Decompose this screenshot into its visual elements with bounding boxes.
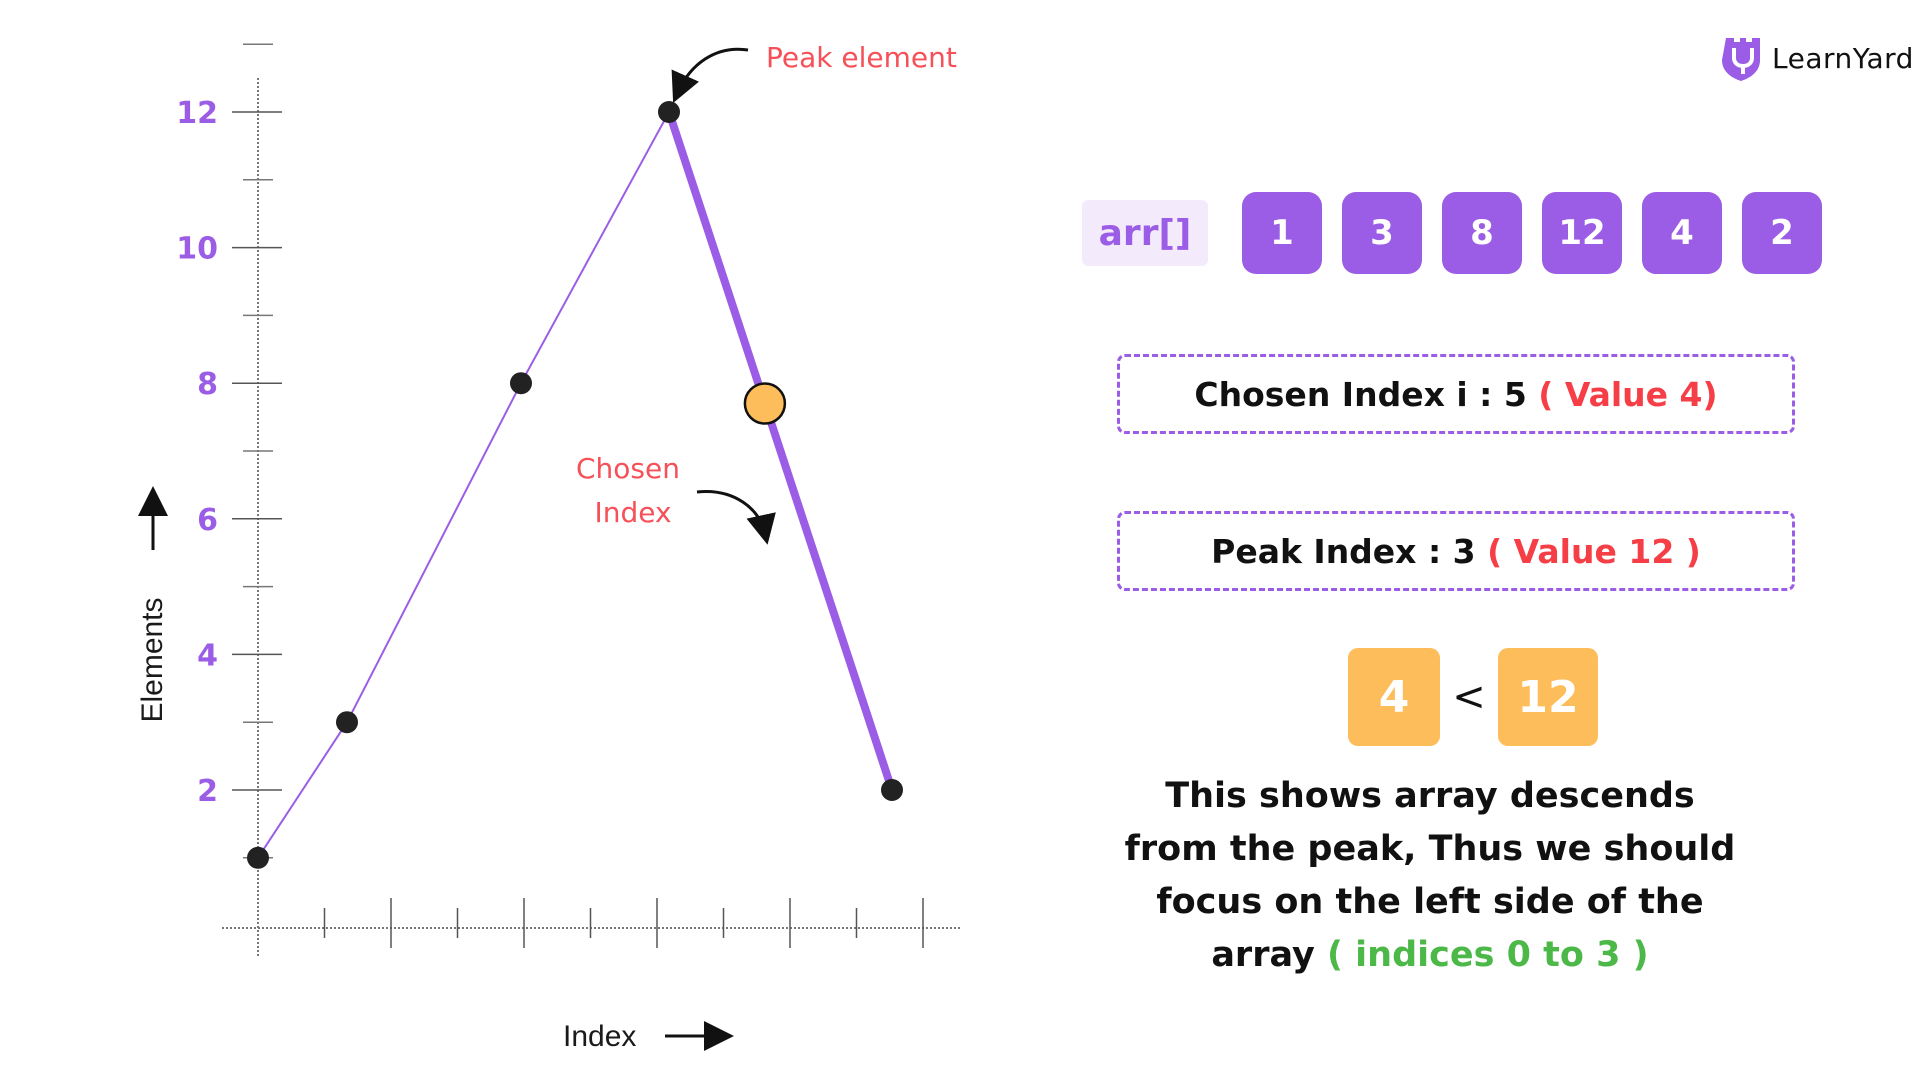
array-cell: 3 — [1342, 192, 1422, 274]
array-label: arr[] — [1082, 200, 1208, 266]
explanation-text: This shows array descends from the peak,… — [1110, 770, 1750, 982]
y-tick-label: 2 — [197, 774, 218, 809]
data-point — [336, 711, 358, 734]
y-tick-label: 4 — [197, 638, 218, 673]
learnyard-logo: LearnYard — [1722, 34, 1914, 82]
chosen-index-label-line1: Chosen — [576, 452, 680, 485]
chosen-index-box: Chosen Index i : 5 ( Value 4) — [1117, 354, 1795, 434]
array-cell: 8 — [1442, 192, 1522, 274]
data-point — [510, 372, 532, 395]
y-tick-label: 10 — [176, 232, 218, 267]
y-tick-label: 6 — [197, 503, 218, 538]
array-cell: 1 — [1242, 192, 1322, 274]
explanation-line: from the peak, Thus we should — [1124, 829, 1736, 869]
data-point — [881, 779, 903, 801]
chosen-index-label-line2: Index — [594, 496, 671, 529]
x-axis-title: Index — [563, 1020, 636, 1053]
array-cell: 4 — [1642, 192, 1722, 274]
compare-left-value: 4 — [1348, 648, 1440, 746]
y-axis-title: Elements — [136, 597, 169, 722]
array-cell: 2 — [1742, 192, 1822, 274]
series-line-segment — [346, 382, 522, 723]
comparison: 4 < 12 — [1348, 648, 1598, 746]
compare-operator: < — [1452, 674, 1486, 720]
array-cell: 12 — [1542, 192, 1622, 274]
peak-annotation-arrow-icon — [671, 47, 749, 103]
data-point — [658, 101, 680, 123]
peak-index-box: Peak Index : 3 ( Value 12 ) — [1117, 511, 1795, 591]
peak-index-text: Peak Index : 3 — [1211, 531, 1488, 571]
peak-value-text: ( Value 12 ) — [1487, 531, 1701, 571]
chosen-index-text: Chosen Index i : 5 — [1194, 374, 1539, 414]
highlighted-descent-segment — [665, 108, 896, 794]
explanation-line: focus on the left side of the — [1156, 882, 1704, 922]
shield-y-icon — [1722, 38, 1760, 81]
peak-element-label: Peak element — [766, 41, 957, 74]
chosen-value-text: ( Value 4) — [1538, 374, 1718, 414]
compare-right-value: 12 — [1498, 648, 1598, 746]
data-point — [247, 846, 269, 869]
indices-highlight: ( indices 0 to 3 ) — [1327, 935, 1649, 975]
y-tick-label: 12 — [176, 96, 218, 131]
explanation-line: array ( indices 0 to 3 ) — [1211, 935, 1649, 975]
chosen-index-marker — [743, 382, 787, 425]
explanation-line: This shows array descends — [1165, 776, 1695, 816]
array-cells: 1 3 8 12 4 2 — [1242, 192, 1822, 274]
brand-name: LearnYard — [1772, 41, 1914, 75]
y-tick-label: 8 — [197, 367, 218, 402]
chosen-annotation-arrow-icon — [696, 490, 776, 545]
series-line-segment — [520, 111, 670, 384]
